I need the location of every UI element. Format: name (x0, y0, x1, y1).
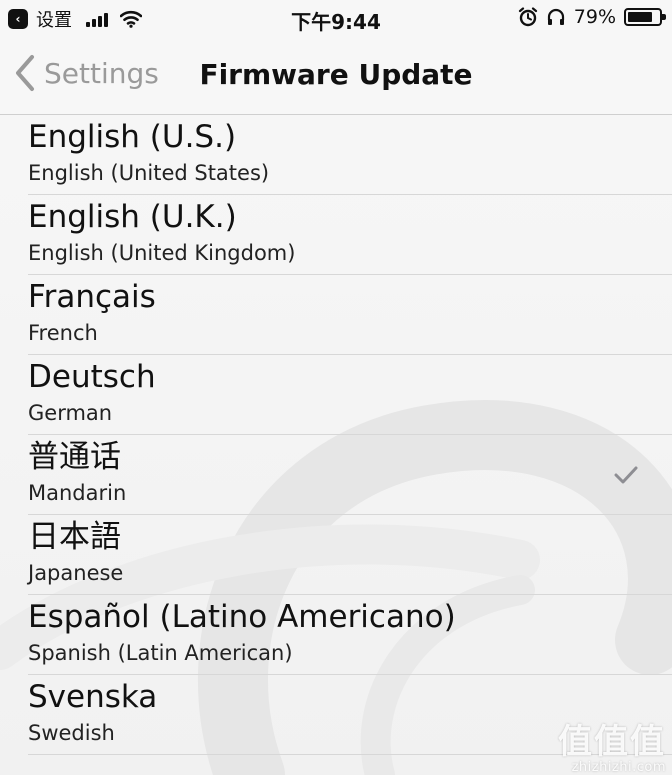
watermark-url: zhizhizhi.com (571, 760, 666, 775)
language-english-name: Mandarin (28, 481, 127, 505)
battery-percent: 79% (573, 6, 616, 28)
language-row-mandarin[interactable]: 普通话 Mandarin (28, 435, 672, 515)
language-english-name: German (28, 401, 113, 425)
status-bar-right: 79% (518, 6, 666, 28)
language-row-english-us[interactable]: English (U.S.) English (United States) (28, 115, 672, 195)
language-row-french[interactable]: Français French (28, 275, 672, 355)
language-row-japanese[interactable]: 日本語 Japanese (28, 515, 672, 595)
language-row-spanish-latam[interactable]: Español (Latino Americano) Spanish (Lati… (28, 595, 672, 675)
screen: ‹ 设置 下午9:44 79% Settings Firmware Update… (0, 0, 672, 775)
language-english-name: French (28, 321, 98, 345)
language-native-name: Español (Latino Americano) (28, 599, 456, 635)
language-native-name: Deutsch (28, 359, 156, 395)
battery-icon (624, 8, 666, 26)
language-english-name: Swedish (28, 721, 115, 745)
language-list: English (U.S.) English (United States) E… (0, 115, 672, 755)
alarm-icon (518, 7, 537, 27)
headphone-icon (547, 8, 564, 25)
language-row-german[interactable]: Deutsch German (28, 355, 672, 435)
language-english-name: Japanese (28, 561, 124, 585)
language-english-name: Spanish (Latin American) (28, 641, 293, 665)
language-native-name: English (U.S.) (28, 119, 237, 155)
language-native-name: Français (28, 279, 156, 315)
battery-cap (662, 14, 666, 20)
site-watermark: 值值值 zhizhizhi.com (558, 723, 666, 775)
page-title: Firmware Update (199, 58, 473, 91)
language-native-name: English (U.K.) (28, 199, 237, 235)
checkmark-icon (614, 466, 638, 484)
language-english-name: English (United States) (28, 161, 270, 185)
language-english-name: English (United Kingdom) (28, 241, 296, 265)
language-native-name: Svenska (28, 679, 158, 715)
language-native-name: 日本語 (28, 519, 121, 555)
language-native-name: 普通话 (28, 439, 121, 475)
navigation-bar: Settings Firmware Update (0, 36, 672, 115)
battery-fill (628, 12, 652, 22)
status-bar: ‹ 设置 下午9:44 79% (0, 0, 672, 36)
language-row-english-uk[interactable]: English (U.K.) English (United Kingdom) (28, 195, 672, 275)
watermark-logo: 值值值 (558, 722, 666, 762)
